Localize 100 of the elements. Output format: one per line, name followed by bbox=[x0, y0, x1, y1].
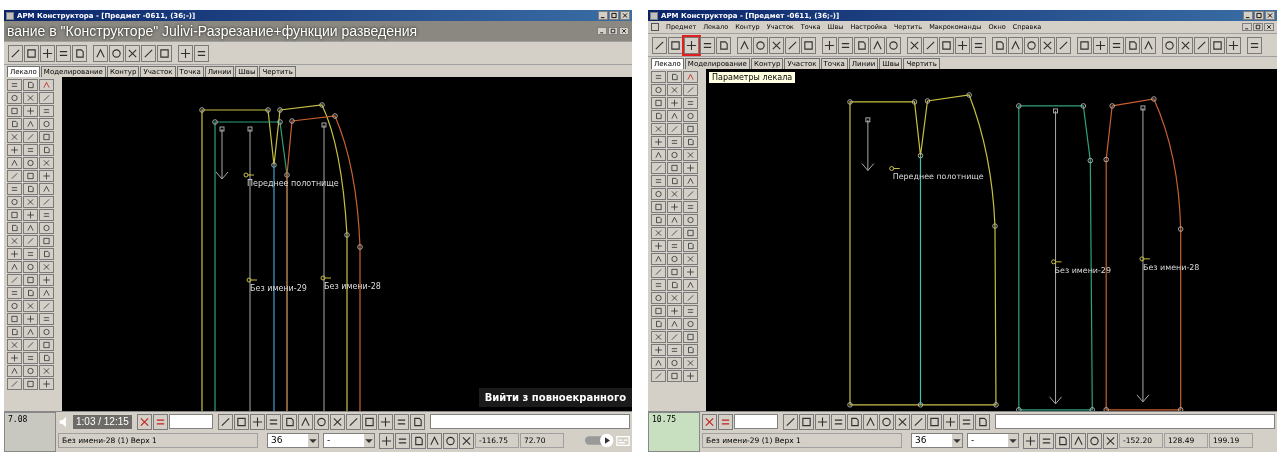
tool-icon[interactable] bbox=[667, 253, 682, 265]
tool-icon[interactable] bbox=[651, 305, 666, 317]
tool-icon[interactable] bbox=[23, 105, 38, 117]
tool-icon[interactable] bbox=[1039, 432, 1054, 449]
tool-icon[interactable] bbox=[1103, 432, 1118, 449]
tool-icon[interactable] bbox=[684, 36, 699, 54]
tool-icon[interactable] bbox=[959, 413, 974, 430]
tool-icon[interactable] bbox=[39, 378, 54, 390]
tool-icon[interactable] bbox=[1040, 36, 1055, 54]
tool-icon[interactable] bbox=[93, 44, 108, 62]
tool-icon[interactable] bbox=[651, 344, 666, 356]
tool-icon[interactable] bbox=[39, 313, 54, 325]
tool-icon[interactable] bbox=[895, 413, 910, 430]
tool-icon[interactable] bbox=[7, 157, 22, 169]
tool-icon[interactable] bbox=[651, 357, 666, 369]
tool-icon[interactable] bbox=[56, 44, 71, 62]
dropdown[interactable]: - bbox=[323, 433, 375, 448]
tool-icon[interactable] bbox=[194, 44, 209, 62]
tool-icon[interactable] bbox=[683, 279, 698, 291]
tool-icon[interactable] bbox=[39, 326, 54, 338]
tool-icon[interactable] bbox=[886, 36, 901, 54]
tool-icon[interactable] bbox=[23, 261, 38, 273]
tool-icon[interactable] bbox=[769, 36, 784, 54]
tool-icon[interactable] bbox=[651, 97, 666, 109]
tool-icon[interactable] bbox=[683, 331, 698, 343]
tool-icon[interactable] bbox=[667, 71, 682, 83]
tool-icon[interactable] bbox=[23, 79, 38, 91]
tool-icon[interactable] bbox=[109, 44, 124, 62]
tool-icon[interactable] bbox=[72, 44, 87, 62]
tool-icon[interactable] bbox=[651, 175, 666, 187]
tool-icon[interactable] bbox=[7, 287, 22, 299]
tool-icon[interactable] bbox=[8, 44, 23, 62]
tool-icon[interactable] bbox=[23, 365, 38, 377]
input-field[interactable] bbox=[168, 414, 213, 429]
tool-icon[interactable] bbox=[683, 201, 698, 213]
tool-icon[interactable] bbox=[923, 36, 938, 54]
tool-icon[interactable] bbox=[7, 183, 22, 195]
window-control-icon[interactable] bbox=[1243, 11, 1253, 20]
tool-icon[interactable] bbox=[667, 305, 682, 317]
tool-icon[interactable] bbox=[39, 209, 54, 221]
tool-icon[interactable] bbox=[39, 118, 54, 130]
tool-icon[interactable] bbox=[1194, 36, 1209, 54]
tool-icon[interactable] bbox=[23, 222, 38, 234]
tool-icon[interactable] bbox=[1008, 36, 1023, 54]
tool-icon[interactable] bbox=[943, 413, 958, 430]
tool-icon[interactable] bbox=[799, 413, 814, 430]
tool-icon[interactable] bbox=[23, 183, 38, 195]
tool-icon[interactable] bbox=[427, 432, 442, 449]
tool-icon[interactable] bbox=[683, 240, 698, 252]
tool-icon[interactable] bbox=[651, 253, 666, 265]
tool-icon[interactable] bbox=[7, 118, 22, 130]
tool-icon[interactable] bbox=[39, 105, 54, 117]
tool-icon[interactable] bbox=[651, 84, 666, 96]
tool-icon[interactable] bbox=[281, 413, 297, 430]
tool-icon[interactable] bbox=[667, 357, 682, 369]
tool-icon[interactable] bbox=[39, 274, 54, 286]
tool-icon[interactable] bbox=[870, 36, 885, 54]
tool-icon[interactable] bbox=[683, 97, 698, 109]
tool-icon[interactable] bbox=[7, 352, 22, 364]
tool-icon[interactable] bbox=[40, 44, 55, 62]
tool-icon[interactable] bbox=[217, 413, 233, 430]
tool-icon[interactable] bbox=[345, 413, 361, 430]
tool-icon[interactable] bbox=[1056, 36, 1071, 54]
tool-icon[interactable] bbox=[667, 266, 682, 278]
tool-icon[interactable] bbox=[39, 352, 54, 364]
tool-icon[interactable] bbox=[329, 413, 345, 430]
tool-icon[interactable] bbox=[667, 201, 682, 213]
tool-icon[interactable] bbox=[39, 144, 54, 156]
tool-icon[interactable] bbox=[7, 196, 22, 208]
tool-icon[interactable] bbox=[39, 131, 54, 143]
tool-icon[interactable] bbox=[651, 279, 666, 291]
tool-icon[interactable] bbox=[411, 432, 426, 449]
tool-icon[interactable] bbox=[651, 149, 666, 161]
tool-icon[interactable] bbox=[822, 36, 837, 54]
tool-icon[interactable] bbox=[716, 36, 731, 54]
tool-icon[interactable] bbox=[1023, 432, 1038, 449]
tool-icon[interactable] bbox=[683, 110, 698, 122]
tool-icon[interactable] bbox=[23, 378, 38, 390]
tool-icon[interactable] bbox=[39, 235, 54, 247]
tool-icon[interactable] bbox=[24, 44, 39, 62]
tool-icon[interactable] bbox=[23, 248, 38, 260]
tool-icon[interactable] bbox=[39, 248, 54, 260]
tool-icon[interactable] bbox=[783, 413, 798, 430]
tool-icon[interactable] bbox=[651, 214, 666, 226]
tool-icon[interactable] bbox=[23, 209, 38, 221]
tool-icon[interactable] bbox=[157, 44, 172, 62]
tool-icon[interactable] bbox=[667, 370, 682, 382]
tool-icon[interactable] bbox=[23, 144, 38, 156]
tool-icon[interactable] bbox=[1071, 432, 1086, 449]
tool-icon[interactable] bbox=[831, 413, 846, 430]
tool-icon[interactable] bbox=[393, 413, 409, 430]
tool-icon[interactable] bbox=[7, 261, 22, 273]
tool-icon[interactable] bbox=[667, 240, 682, 252]
tool-icon[interactable] bbox=[7, 248, 22, 260]
tool-icon[interactable] bbox=[683, 136, 698, 148]
tool-icon[interactable] bbox=[265, 413, 281, 430]
tool-icon[interactable] bbox=[361, 413, 377, 430]
tool-icon[interactable] bbox=[7, 365, 22, 377]
tool-icon[interactable] bbox=[847, 413, 862, 430]
tool-icon[interactable] bbox=[459, 432, 474, 449]
